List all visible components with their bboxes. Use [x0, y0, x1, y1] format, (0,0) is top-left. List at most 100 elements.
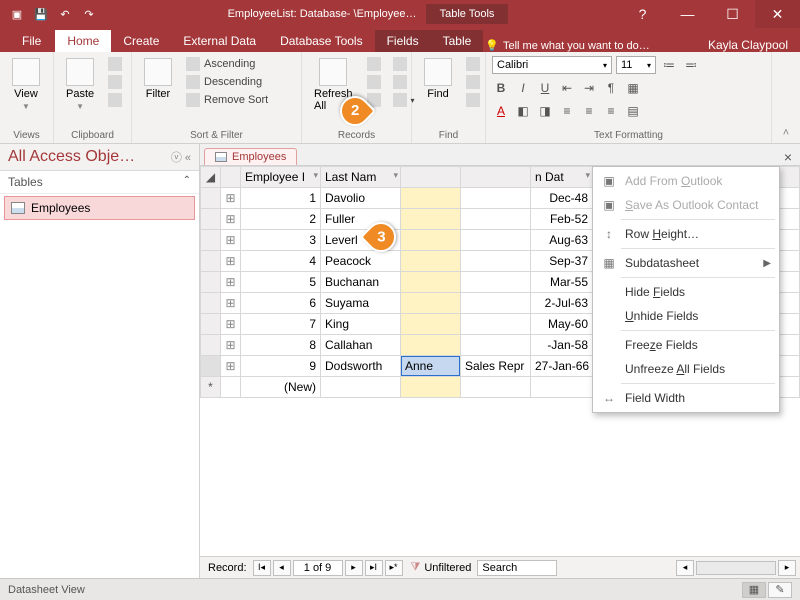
sort-desc-icon: [186, 75, 200, 89]
status-bar: Datasheet View ▦ ✎: [0, 578, 800, 600]
align-left-button[interactable]: ≡: [558, 102, 576, 120]
numbering-button[interactable]: ≕: [682, 56, 700, 74]
hscrollbar[interactable]: [696, 561, 776, 575]
tab-table[interactable]: Table: [431, 30, 484, 52]
context-tab-title: Table Tools: [426, 4, 509, 24]
first-record-button[interactable]: I◂: [253, 560, 271, 576]
window-title: EmployeeList: Database- \Employee…: [228, 8, 417, 20]
col-birth-date[interactable]: n Dat▾: [531, 167, 593, 188]
align-center-button[interactable]: ≡: [580, 102, 598, 120]
tab-fields[interactable]: Fields: [375, 30, 431, 52]
col-hidden2[interactable]: [461, 167, 531, 188]
undo-icon[interactable]: ↶: [58, 7, 72, 21]
redo-icon[interactable]: ↷: [82, 7, 96, 21]
save-record-button[interactable]: [363, 74, 385, 90]
menu-row-height[interactable]: ↕Row Height…: [593, 222, 779, 246]
more-icon: [393, 93, 407, 107]
next-record-button[interactable]: ▸: [345, 560, 363, 576]
gridlines-button[interactable]: ▦: [624, 79, 642, 97]
select-all[interactable]: ◢: [201, 167, 221, 188]
menu-hide-fields[interactable]: Hide Fields: [593, 280, 779, 304]
col-employee-id[interactable]: Employee I▾: [241, 167, 321, 188]
subdatasheet-icon: ▦: [601, 255, 617, 271]
font-selector[interactable]: Calibri▾: [492, 56, 612, 74]
prev-record-button[interactable]: ◂: [273, 560, 291, 576]
abc-icon: [393, 75, 407, 89]
font-size-selector[interactable]: 11▾: [616, 56, 656, 74]
search-box[interactable]: Search: [477, 560, 557, 576]
fill-color-button[interactable]: ◧: [514, 102, 532, 120]
tell-me[interactable]: 💡Tell me what you want to do…: [485, 39, 649, 52]
indent-inc-button[interactable]: ⇥: [580, 79, 598, 97]
view-button[interactable]: View▼: [6, 56, 46, 113]
row-color-button[interactable]: ▤: [624, 102, 642, 120]
font-color-button[interactable]: A: [492, 102, 510, 120]
restore-button[interactable]: ☐: [710, 0, 755, 28]
bold-button[interactable]: B: [492, 79, 510, 97]
ribbon-tabs: File Home Create External Data Database …: [0, 28, 800, 52]
find-button[interactable]: Find: [418, 56, 458, 102]
underline-button[interactable]: U: [536, 79, 554, 97]
tab-home[interactable]: Home: [55, 30, 111, 52]
menu-freeze-fields[interactable]: Freeze Fields: [593, 333, 779, 357]
table-icon: [11, 202, 25, 214]
status-view-label: Datasheet View: [8, 584, 85, 596]
tab-create[interactable]: Create: [111, 30, 171, 52]
alt-fill-button[interactable]: ◨: [536, 102, 554, 120]
tab-file[interactable]: File: [8, 30, 55, 52]
filter-button[interactable]: Filter: [138, 56, 178, 102]
record-label: Record:: [204, 562, 251, 574]
help-button[interactable]: ?: [620, 0, 665, 28]
hscroll-left[interactable]: ◂: [676, 560, 694, 576]
goto-button[interactable]: [462, 74, 484, 90]
ltr-button[interactable]: ¶: [602, 79, 620, 97]
bullets-button[interactable]: ≔: [660, 56, 678, 74]
menu-unhide-fields[interactable]: Unhide Fields: [593, 304, 779, 328]
brush-icon: [108, 93, 122, 107]
filter-icon: [144, 58, 172, 86]
menu-field-width[interactable]: ↔Field Width: [593, 386, 779, 410]
nav-item-employees[interactable]: Employees: [4, 196, 195, 220]
cut-button[interactable]: [104, 56, 126, 72]
col-hidden1[interactable]: [401, 167, 461, 188]
nav-section-tables[interactable]: Tables⌃: [0, 171, 199, 194]
new-icon: [367, 57, 381, 71]
group-records: Records: [308, 128, 405, 141]
remove-sort-button[interactable]: Remove Sort: [182, 92, 272, 108]
select-button[interactable]: [462, 92, 484, 108]
italic-button[interactable]: I: [514, 79, 532, 97]
last-record-button[interactable]: ▸I: [365, 560, 383, 576]
record-position-input[interactable]: [293, 560, 343, 576]
sort-desc-button[interactable]: Descending: [182, 74, 272, 90]
indent-dec-button[interactable]: ⇤: [558, 79, 576, 97]
paste-button[interactable]: Paste▼: [60, 56, 100, 113]
datasheet-view-button[interactable]: ▦: [742, 582, 766, 598]
field-width-icon: ↔: [601, 390, 617, 406]
account-name[interactable]: Kayla Claypool: [708, 38, 800, 52]
replace-button[interactable]: [462, 56, 484, 72]
menu-unfreeze-fields[interactable]: Unfreeze All Fields: [593, 357, 779, 381]
hscroll-right[interactable]: ▸: [778, 560, 796, 576]
col-last-name[interactable]: Last Nam▾: [321, 167, 401, 188]
app-icon: ▣: [10, 7, 24, 21]
design-view-button[interactable]: ✎: [768, 582, 792, 598]
expand-col[interactable]: [221, 167, 241, 188]
align-right-button[interactable]: ≡: [602, 102, 620, 120]
new-record-button[interactable]: [363, 56, 385, 72]
tab-external-data[interactable]: External Data: [171, 30, 268, 52]
collapse-ribbon-button[interactable]: ˄: [772, 52, 800, 143]
minimize-button[interactable]: —: [665, 0, 710, 28]
object-tab-employees[interactable]: Employees: [204, 148, 297, 165]
format-painter-button[interactable]: [104, 92, 126, 108]
sort-asc-button[interactable]: Ascending: [182, 56, 272, 72]
close-object-button[interactable]: ×: [776, 149, 800, 165]
nav-header[interactable]: All Access Obje… ⓥ «: [0, 144, 199, 171]
new-record-nav-button[interactable]: ▸*: [385, 560, 403, 576]
save-icon[interactable]: 💾: [34, 7, 48, 21]
row-height-icon: ↕: [601, 226, 617, 242]
close-button[interactable]: ✕: [755, 0, 800, 28]
tab-database-tools[interactable]: Database Tools: [268, 30, 375, 52]
paste-icon: [66, 58, 94, 86]
menu-subdatasheet[interactable]: ▦Subdatasheet▶: [593, 251, 779, 275]
copy-button[interactable]: [104, 74, 126, 90]
